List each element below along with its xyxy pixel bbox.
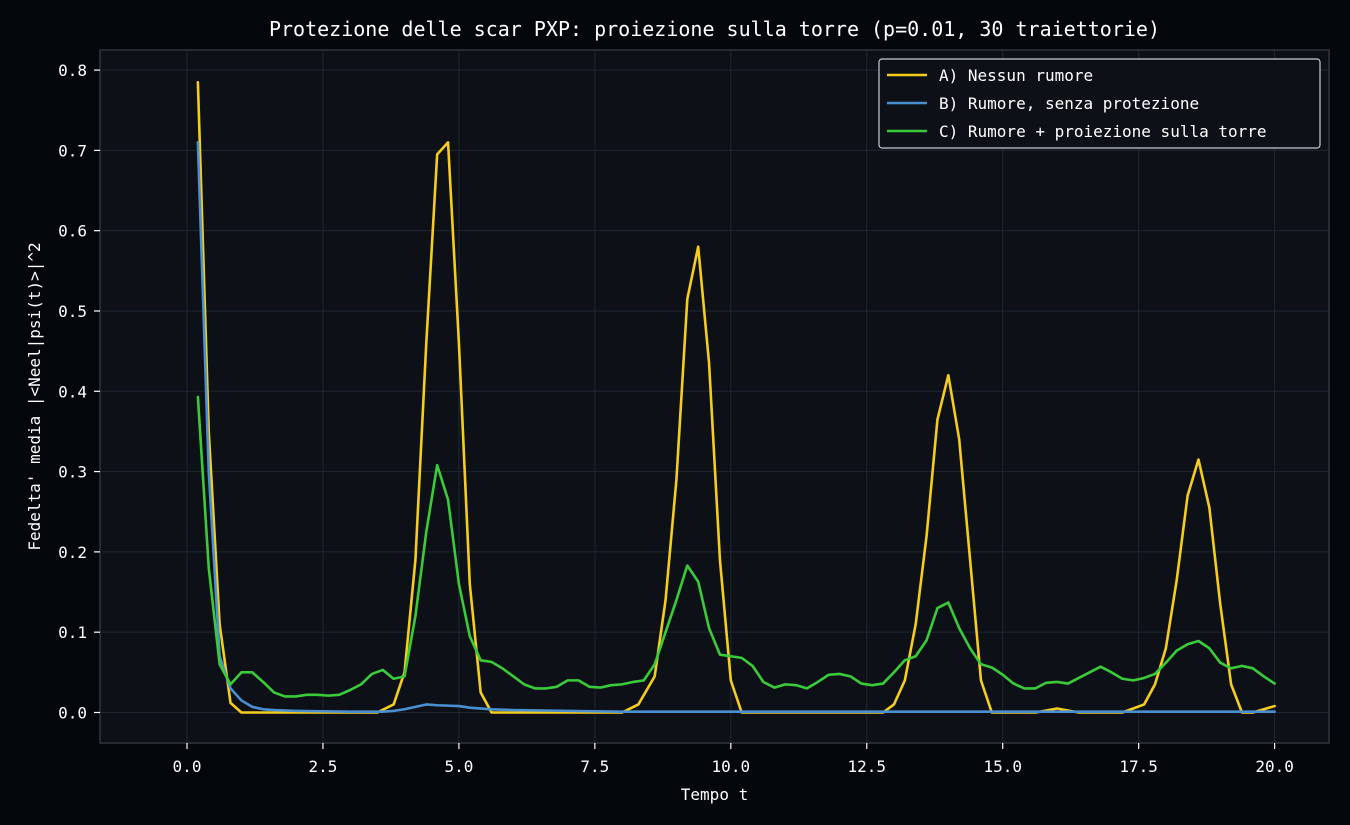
y-tick-label-0: 0.0	[58, 703, 87, 722]
x-axis-label: Tempo t	[681, 785, 748, 804]
x-tick-label-1: 2.5	[309, 757, 338, 776]
y-tick-label-4: 0.4	[58, 382, 87, 401]
x-tick-label-5: 12.5	[847, 757, 886, 776]
x-tick-label-3: 7.5	[580, 757, 609, 776]
figure: 0.0 2.5 5.0 7.5 10.0 12.5 15.0 17.5 20.0 0.0 0.1 0.…	[0, 0, 1350, 825]
x-tick-label-8: 20.0	[1255, 757, 1294, 776]
legend-label-nessun-rumore: A) Nessun rumore	[939, 66, 1093, 85]
x-tick-label-6: 15.0	[983, 757, 1022, 776]
legend: A) Nessun rumore B) Rumore, senza protez…	[878, 58, 1321, 149]
y-tick-label-1: 0.1	[58, 623, 87, 642]
y-tick-label-2: 0.2	[58, 543, 87, 562]
chart-title: Protezione delle scar PXP: proiezione su…	[269, 17, 1160, 41]
x-tick-label-2: 5.0	[444, 757, 473, 776]
x-tick-label-0: 0.0	[173, 757, 202, 776]
y-tick-label-3: 0.3	[58, 463, 87, 482]
legend-label-senza-protezione: B) Rumore, senza protezione	[939, 94, 1199, 113]
y-tick-label-7: 0.7	[58, 141, 87, 160]
legend-label-proiezione-torre: C) Rumore + proiezione sulla torre	[939, 122, 1267, 141]
chart-canvas: 0.0 2.5 5.0 7.5 10.0 12.5 15.0 17.5 20.0 0.0 0.1 0.…	[25, 17, 1330, 804]
y-axis-label: Fedelta' media |<Neel|psi(t)>|^2	[25, 242, 44, 550]
y-tick-label-6: 0.6	[58, 222, 87, 241]
x-tick-label-4: 10.0	[712, 757, 751, 776]
y-tick-label-8: 0.8	[58, 61, 87, 80]
x-tick-label-7: 17.5	[1119, 757, 1158, 776]
y-tick-label-5: 0.5	[58, 302, 87, 321]
